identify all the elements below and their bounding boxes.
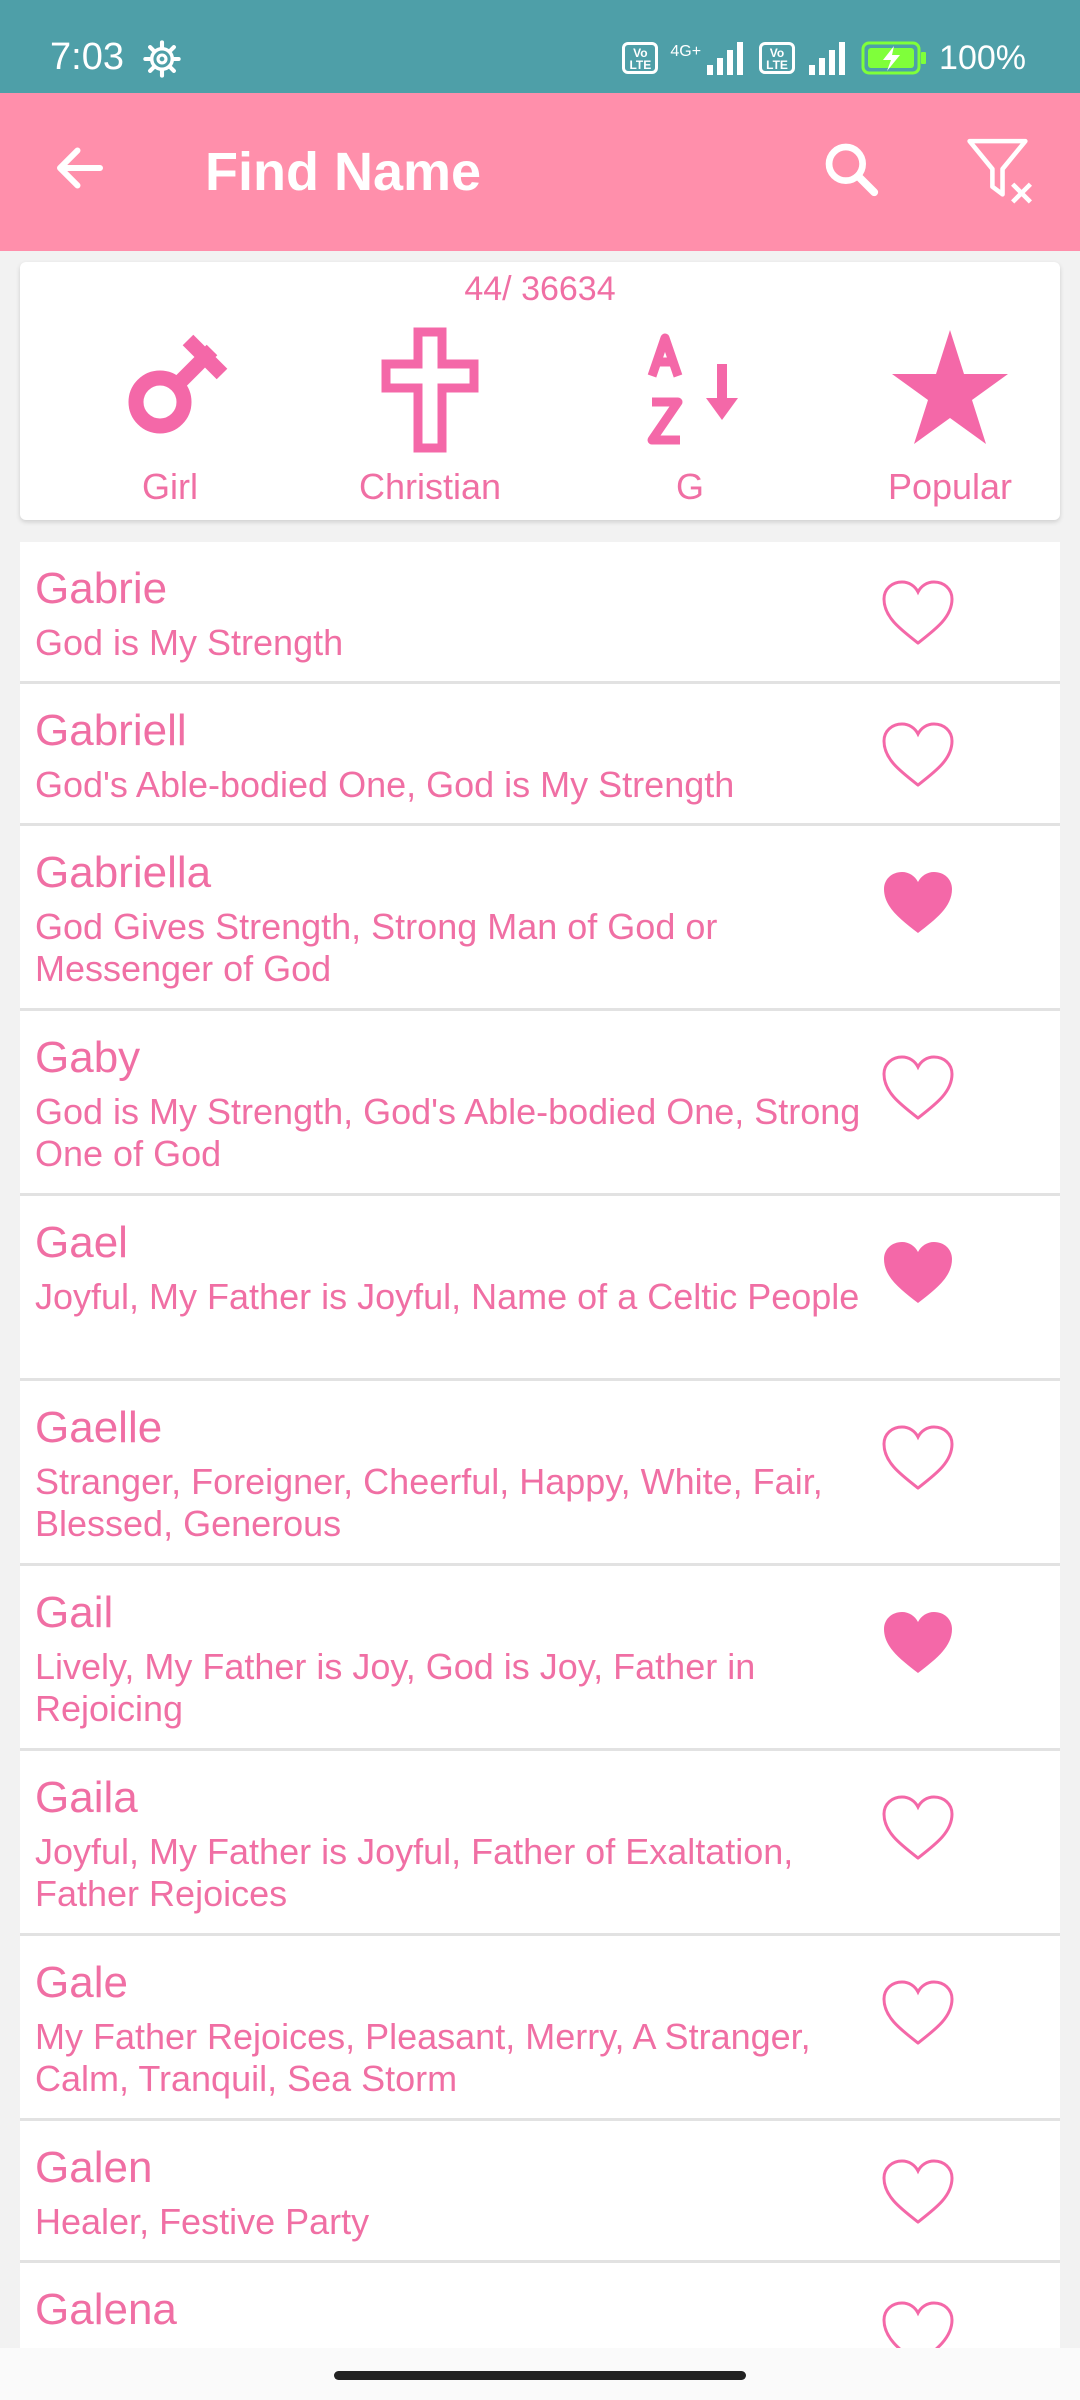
search-icon[interactable]: [820, 138, 882, 200]
list-item[interactable]: Gabriell God's Able-bodied One, God is My…: [20, 684, 1060, 826]
battery-charging-icon: [861, 41, 927, 75]
list-item[interactable]: Gabriella God Gives Strength, Strong Man …: [20, 826, 1060, 1011]
list-item[interactable]: Gaby God is My Strength, God's Able-bodie…: [20, 1011, 1060, 1196]
name-title: Gabrie: [35, 564, 168, 613]
letter-filter-label: G: [675, 466, 704, 507]
gender-filter-label: Girl: [142, 466, 198, 507]
signal-icon: [707, 42, 744, 75]
list-item[interactable]: Gael Joyful, My Father is Joyful, Name of…: [20, 1196, 1060, 1381]
name-meaning: God's Able-bodied One, God is My Strengt…: [35, 764, 735, 805]
list-item[interactable]: Gabrie God is My Strength: [20, 542, 1060, 684]
heart-icon[interactable]: [880, 2299, 956, 2348]
star-icon: [892, 330, 1008, 444]
heart-icon[interactable]: [880, 1978, 956, 2048]
list-item[interactable]: Galena: [20, 2263, 1060, 2348]
name-title: Gale: [35, 1958, 128, 2007]
female-symbol-icon: [128, 334, 228, 434]
sort-filter-label: Popular: [887, 466, 1013, 507]
list-item[interactable]: Gaelle Stranger, Foreigner, Cheerful, Hap…: [20, 1381, 1060, 1566]
name-meaning: Joyful, My Father is Joyful, Name of a C…: [35, 1276, 860, 1317]
volte-icon: Vo LTE: [622, 42, 659, 74]
name-meaning: Lively, My Father is Joy, God is Joy, Fa…: [35, 1646, 756, 1729]
names-list[interactable]: Gabrie God is My Strength Gabriell God's Ab…: [20, 542, 1060, 2348]
sort-filter[interactable]: Popular: [840, 324, 1060, 514]
status-icons: Vo LTE 4G+ Vo LTE 100%: [622, 36, 1026, 80]
name-title: Gaila: [35, 1773, 138, 1822]
name-meaning: Stranger, Foreigner, Cheerful, Happy, Wh…: [35, 1461, 823, 1544]
name-meaning: Joyful, My Father is Joyful, Father of E…: [35, 1831, 794, 1914]
status-time: 7:03: [50, 36, 124, 78]
back-arrow-icon[interactable]: [50, 138, 110, 198]
signal-icon-2: [809, 42, 846, 75]
heart-icon[interactable]: [880, 1423, 956, 1493]
list-item[interactable]: Gail Lively, My Father is Joy, God is Joy…: [20, 1566, 1060, 1751]
name-meaning: Healer, Festive Party: [35, 2201, 370, 2242]
result-count: 44/ 36634: [464, 270, 616, 308]
name-meaning: My Father Rejoices, Pleasant, Merry, A S…: [35, 2016, 811, 2099]
heart-filled-icon[interactable]: [880, 868, 956, 938]
name-title: Gael: [35, 1218, 128, 1267]
heart-filled-icon[interactable]: [880, 1608, 956, 1678]
name-title: Galena: [35, 2285, 177, 2334]
list-item[interactable]: Gale My Father Rejoices, Pleasant, Merry,…: [20, 1936, 1060, 2121]
status-bar: 7:03 Vo LTE 4G+ Vo LTE 100%: [0, 0, 1080, 93]
network-type: 4G+: [670, 43, 702, 60]
name-title: Galen: [35, 2143, 153, 2192]
filter-clear-icon[interactable]: [962, 131, 1038, 207]
volte-icon-2: Vo LTE: [759, 42, 796, 74]
heart-filled-icon[interactable]: [880, 1238, 956, 1308]
name-title: Gaelle: [35, 1403, 163, 1452]
heart-icon[interactable]: [880, 1793, 956, 1863]
name-meaning: God Gives Strength, Strong Man of God or…: [35, 906, 718, 989]
list-item[interactable]: Gaila Joyful, My Father is Joyful, Father…: [20, 1751, 1060, 1936]
name-title: Gabriell: [35, 706, 187, 755]
name-meaning: God is My Strength, God's Able-bodied On…: [35, 1091, 861, 1174]
settings-gear-icon: [143, 40, 181, 78]
cross-icon: [381, 327, 479, 453]
religion-filter[interactable]: Christian: [320, 324, 540, 514]
az-sort-icon: [647, 333, 738, 445]
name-meaning: God is My Strength: [35, 622, 344, 663]
name-title: Gail: [35, 1588, 114, 1637]
filter-card: 44/ 36634 Girl Christian G Popular: [20, 262, 1060, 520]
heart-icon[interactable]: [880, 1053, 956, 1123]
name-title: Gaby: [35, 1033, 141, 1082]
app-bar: Find Name: [0, 93, 1080, 251]
home-indicator[interactable]: [334, 2371, 746, 2380]
name-title: Gabriella: [35, 848, 212, 897]
heart-icon[interactable]: [880, 2157, 956, 2227]
battery-percent: 100%: [939, 38, 1026, 77]
list-item[interactable]: Galen Healer, Festive Party: [20, 2121, 1060, 2263]
gender-filter[interactable]: Girl: [60, 324, 280, 514]
heart-icon[interactable]: [880, 720, 956, 790]
religion-filter-label: Christian: [358, 466, 502, 507]
letter-filter[interactable]: G: [580, 324, 800, 514]
heart-icon[interactable]: [880, 578, 956, 648]
page-title: Find Name: [205, 142, 482, 202]
